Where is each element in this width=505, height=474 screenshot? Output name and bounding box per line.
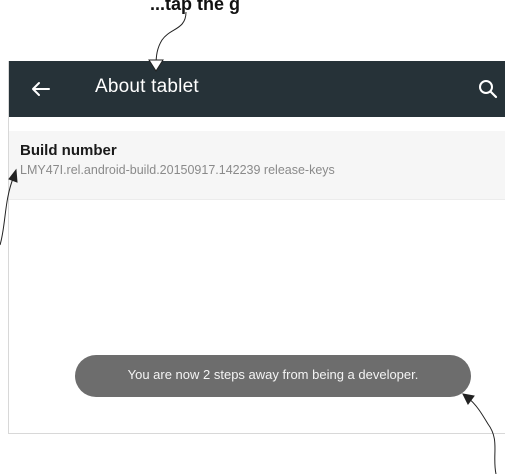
build-number-title: Build number (20, 142, 117, 159)
app-bar: About tablet (9, 61, 505, 117)
arrow-left-icon (32, 82, 50, 96)
toast-message: You are now 2 steps away from being a de… (127, 367, 419, 382)
search-icon (479, 80, 498, 99)
search-button[interactable] (475, 76, 501, 102)
build-number-summary: LMY47I.rel.android-build.20150917.142239… (20, 163, 335, 177)
toast: You are now 2 steps away from being a de… (75, 355, 471, 397)
page-title: About tablet (95, 76, 199, 97)
tablet-screen: About tablet Build number LMY47I.rel.and… (8, 61, 505, 434)
top-caption: ...tap the g (150, 0, 240, 14)
build-number-item[interactable]: Build number LMY47I.rel.android-build.20… (9, 131, 505, 200)
callout-arrow-title (155, 11, 187, 67)
back-button[interactable] (27, 75, 55, 103)
